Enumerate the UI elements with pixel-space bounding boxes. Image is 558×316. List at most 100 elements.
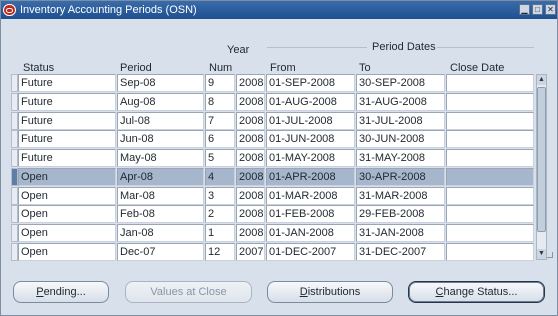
to-cell[interactable]: 31-MAR-2008 [356, 187, 445, 205]
to-cell[interactable]: 31-DEC-2007 [356, 243, 445, 261]
period-cell[interactable]: Feb-08 [117, 205, 204, 223]
close-date-cell[interactable] [446, 187, 534, 205]
to-cell[interactable]: 31-JUL-2008 [356, 112, 445, 130]
scroll-thumb[interactable] [537, 87, 546, 232]
from-cell[interactable]: 01-JAN-2008 [266, 224, 355, 242]
period-cell[interactable]: May-08 [117, 149, 204, 167]
header-from: From [270, 62, 296, 74]
period-cell[interactable]: Apr-08 [117, 168, 204, 186]
row-selector[interactable] [11, 130, 18, 148]
values-at-close-button[interactable]: Values at Close [125, 281, 252, 303]
close-date-cell[interactable] [446, 168, 534, 186]
to-cell[interactable]: 31-JAN-2008 [356, 224, 445, 242]
from-cell[interactable]: 01-MAR-2008 [266, 187, 355, 205]
minimize-icon[interactable]: ▁ [519, 4, 530, 15]
period-cell[interactable]: Mar-08 [117, 187, 204, 205]
num-cell[interactable]: 2 [205, 205, 235, 223]
to-cell[interactable]: 29-FEB-2008 [356, 205, 445, 223]
to-cell[interactable]: 31-MAY-2008 [356, 149, 445, 167]
status-cell[interactable]: Future [18, 93, 116, 111]
to-cell[interactable]: 31-AUG-2008 [356, 93, 445, 111]
year-cell[interactable]: 2008 [236, 149, 265, 167]
scroll-down-icon[interactable]: ▼ [537, 249, 546, 259]
year-cell[interactable]: 2008 [236, 112, 265, 130]
period-cell[interactable]: Jul-08 [117, 112, 204, 130]
from-cell[interactable]: 01-SEP-2008 [266, 74, 355, 92]
num-cell[interactable]: 5 [205, 149, 235, 167]
status-cell[interactable]: Open [18, 187, 116, 205]
to-cell[interactable]: 30-SEP-2008 [356, 74, 445, 92]
vertical-scrollbar[interactable]: ▲ ▼ [536, 74, 547, 260]
close-icon[interactable]: ✕ [545, 4, 556, 15]
from-cell[interactable]: 01-MAY-2008 [266, 149, 355, 167]
status-cell[interactable]: Future [18, 112, 116, 130]
header-to: To [359, 62, 371, 74]
from-cell[interactable]: 01-FEB-2008 [266, 205, 355, 223]
close-date-cell[interactable] [446, 205, 534, 223]
header-close-date: Close Date [450, 62, 505, 74]
distributions-button[interactable]: Distributions [267, 281, 393, 303]
row-selector[interactable] [11, 149, 18, 167]
from-cell[interactable]: 01-AUG-2008 [266, 93, 355, 111]
inventory-accounting-periods-window: Inventory Accounting Periods (OSN) ▁ □ ✕… [0, 0, 558, 316]
scroll-up-icon[interactable]: ▲ [537, 75, 546, 85]
row-selector[interactable] [11, 205, 18, 223]
num-cell[interactable]: 4 [205, 168, 235, 186]
to-cell[interactable]: 30-JUN-2008 [356, 130, 445, 148]
status-cell[interactable]: Open [18, 168, 116, 186]
row-selector[interactable] [11, 224, 18, 242]
num-cell[interactable]: 12 [205, 243, 235, 261]
num-cell[interactable]: 3 [205, 187, 235, 205]
year-cell[interactable]: 2007 [236, 243, 265, 261]
close-date-cell[interactable] [446, 243, 534, 261]
year-cell[interactable]: 2008 [236, 224, 265, 242]
resize-grip-icon[interactable] [547, 252, 553, 258]
close-date-cell[interactable] [446, 93, 534, 111]
close-date-cell[interactable] [446, 74, 534, 92]
row-selector[interactable] [11, 187, 18, 205]
close-date-cell[interactable] [446, 149, 534, 167]
row-selector[interactable] [11, 74, 18, 92]
close-date-cell[interactable] [446, 112, 534, 130]
status-cell[interactable]: Open [18, 224, 116, 242]
maximize-icon[interactable]: □ [532, 4, 543, 15]
num-cell[interactable]: 9 [205, 74, 235, 92]
status-cell[interactable]: Open [18, 205, 116, 223]
from-cell[interactable]: 01-JUL-2008 [266, 112, 355, 130]
period-cell[interactable]: Aug-08 [117, 93, 204, 111]
change-status-button[interactable]: Change Status... [408, 281, 545, 303]
year-cell[interactable]: 2008 [236, 74, 265, 92]
num-cell[interactable]: 7 [205, 112, 235, 130]
status-cell[interactable]: Future [18, 130, 116, 148]
from-cell[interactable]: 01-DEC-2007 [266, 243, 355, 261]
period-cell[interactable]: Dec-07 [117, 243, 204, 261]
status-cell[interactable]: Future [18, 74, 116, 92]
status-cell[interactable]: Open [18, 243, 116, 261]
row-selector[interactable] [11, 243, 18, 261]
num-cell[interactable]: 1 [205, 224, 235, 242]
num-cell[interactable]: 6 [205, 130, 235, 148]
close-date-cell[interactable] [446, 130, 534, 148]
year-cell[interactable]: 2008 [236, 93, 265, 111]
pending-button[interactable]: Pending... [13, 281, 109, 303]
row-selector[interactable] [11, 168, 18, 186]
window-title: Inventory Accounting Periods (OSN) [20, 4, 197, 16]
to-cell[interactable]: 30-APR-2008 [356, 168, 445, 186]
status-cell[interactable]: Future [18, 149, 116, 167]
year-cell[interactable]: 2008 [236, 205, 265, 223]
oracle-icon [3, 4, 16, 16]
year-cell[interactable]: 2008 [236, 130, 265, 148]
header-period-dates: Period Dates [372, 41, 436, 53]
year-cell[interactable]: 2008 [236, 168, 265, 186]
period-cell[interactable]: Jun-08 [117, 130, 204, 148]
num-cell[interactable]: 8 [205, 93, 235, 111]
period-cell[interactable]: Sep-08 [117, 74, 204, 92]
title-bar[interactable]: Inventory Accounting Periods (OSN) ▁ □ ✕ [1, 1, 557, 19]
close-date-cell[interactable] [446, 224, 534, 242]
from-cell[interactable]: 01-APR-2008 [266, 168, 355, 186]
from-cell[interactable]: 01-JUN-2008 [266, 130, 355, 148]
row-selector[interactable] [11, 112, 18, 130]
period-cell[interactable]: Jan-08 [117, 224, 204, 242]
row-selector[interactable] [11, 93, 18, 111]
year-cell[interactable]: 2008 [236, 187, 265, 205]
